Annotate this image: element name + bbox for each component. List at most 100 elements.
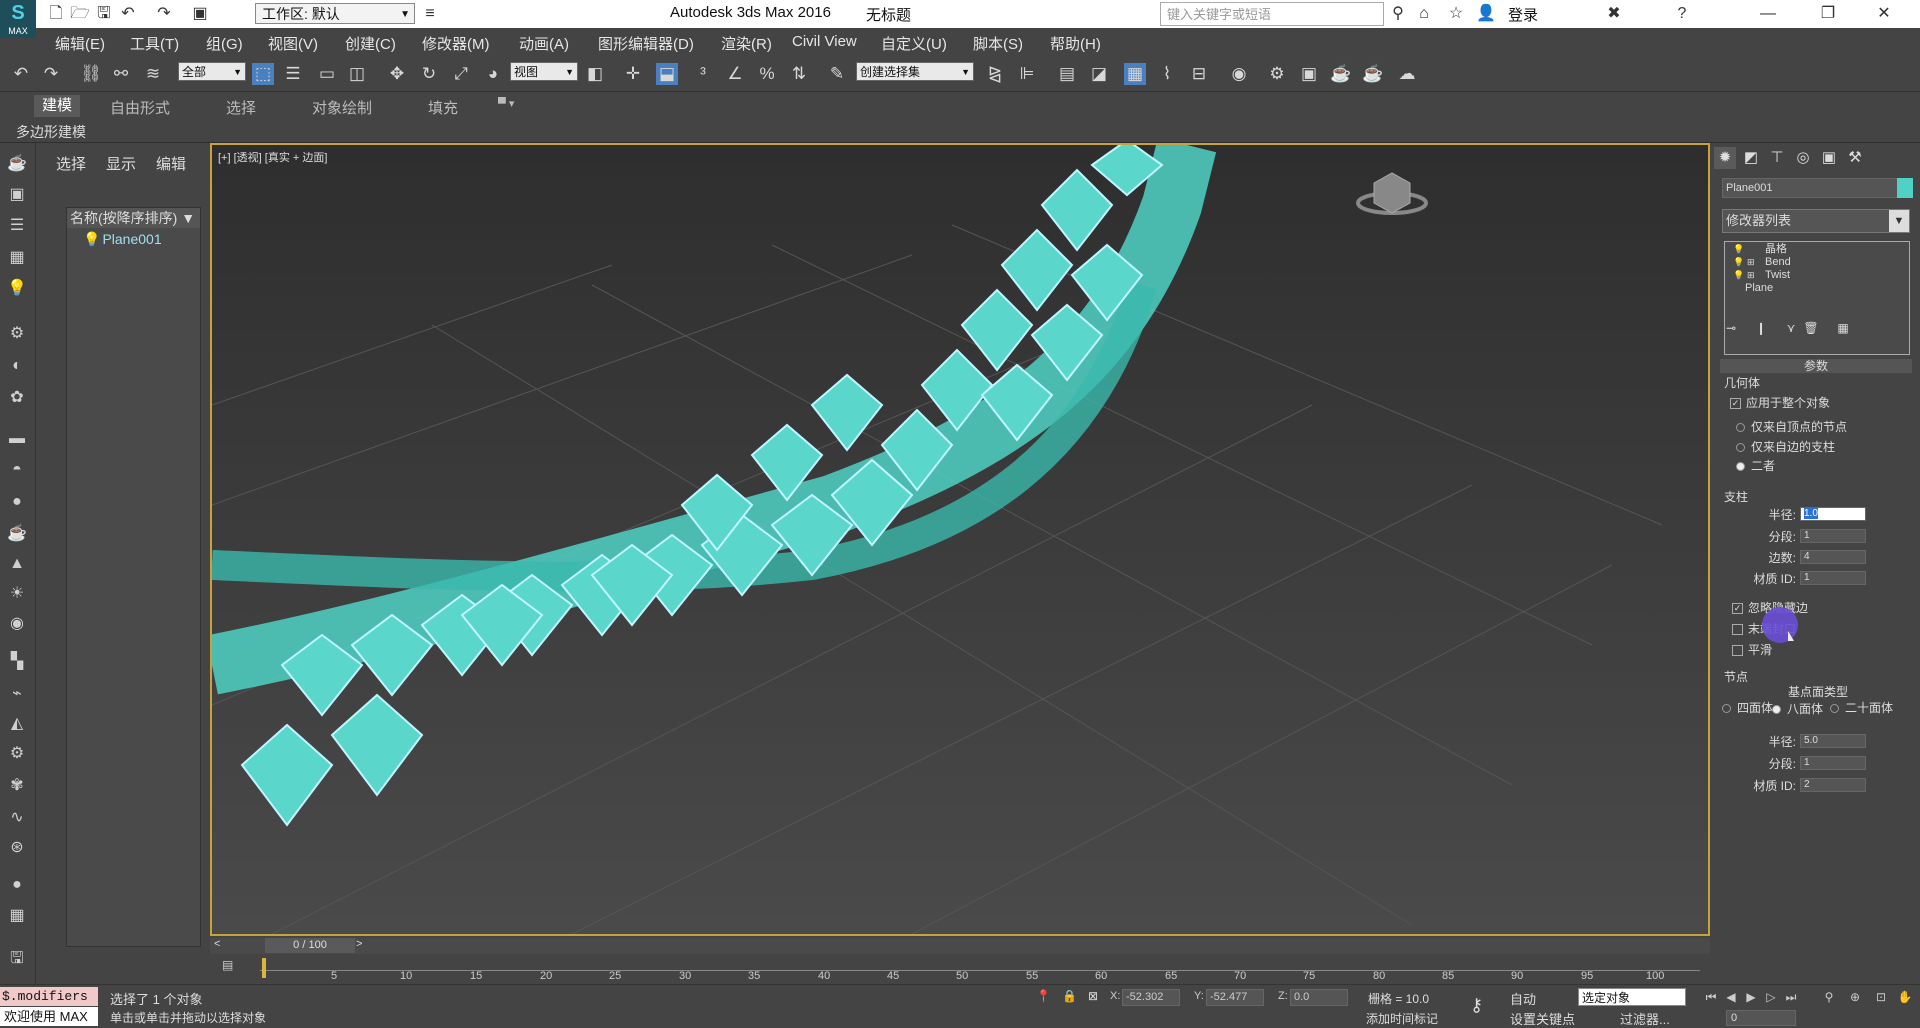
rollout-title[interactable]: 参数 (1720, 359, 1912, 373)
key-filters-button[interactable]: 过滤器... (1620, 1009, 1670, 1028)
list-icon[interactable]: ☰ (6, 215, 28, 237)
zoom-all-icon[interactable]: ⊕ (1846, 988, 1864, 1006)
tab-populate[interactable]: 填充 (428, 97, 458, 118)
polygon-modeling-label[interactable]: 多边形建模 (16, 122, 86, 142)
layer-manager-icon[interactable]: ▤ (1056, 63, 1078, 85)
display-tab-icon[interactable]: ▣ (1818, 147, 1840, 169)
current-frame-field[interactable]: 0 (1726, 1010, 1796, 1026)
render-setup-icon[interactable]: ⚙ (1266, 63, 1288, 85)
select-object-icon[interactable]: ⬚ (252, 63, 274, 85)
zoom-icon[interactable]: ⚲ (1820, 988, 1838, 1006)
explorer-tab-edit[interactable]: 编辑 (156, 153, 186, 174)
menu-help[interactable]: 帮助(H) (1050, 33, 1101, 54)
open-file-icon[interactable]: 🗁 (70, 4, 90, 24)
place-icon[interactable]: ◕ (482, 63, 504, 85)
isolate-icon[interactable]: 📍 (1036, 989, 1051, 1003)
pivot-center-icon[interactable]: ◧ (584, 63, 606, 85)
stack-item-twist[interactable]: 💡 ⊞ Twist (1725, 268, 1909, 282)
remove-modifier-icon[interactable]: 🗑 (1802, 319, 1820, 337)
material-editor-icon[interactable]: ◉ (1228, 63, 1250, 85)
both-radio[interactable]: 二者 (1736, 457, 1775, 474)
new-file-icon[interactable]: 🗋 (46, 4, 66, 24)
login-link[interactable]: 登录 (1508, 4, 1538, 25)
x-coordinate-field[interactable]: -52.302 (1122, 989, 1180, 1006)
time-next-icon[interactable]: > (356, 938, 362, 950)
configure-sets-icon[interactable]: ▦ (1834, 319, 1852, 337)
joint-segments-spinner[interactable]: 1 (1800, 756, 1866, 770)
create-tab-icon[interactable]: ✹ (1714, 147, 1736, 169)
schematic-view-icon[interactable]: ⊟ (1188, 63, 1210, 85)
play-icon[interactable]: ▶ (1742, 988, 1760, 1006)
teapot-icon[interactable]: ☕ (6, 153, 28, 175)
object-name-field[interactable]: Plane001 (1722, 178, 1906, 198)
minimize-icon[interactable]: — (1748, 2, 1788, 26)
tool-icon-3[interactable]: ✿ (6, 387, 28, 409)
strut-sides-spinner[interactable]: 4 (1800, 550, 1866, 564)
checkbox-checked-icon[interactable]: ✓ (1730, 398, 1741, 410)
key-icon[interactable]: ⚷ (1470, 995, 1483, 1016)
plant-icon[interactable]: ✾ (6, 775, 28, 797)
menu-modifiers[interactable]: 修改器(M) (422, 33, 490, 54)
gear-icon[interactable]: ⚙ (6, 743, 28, 765)
apply-to-entire-object-checkbox[interactable]: ✓ 应用于整个对象 (1730, 394, 1830, 411)
search-input[interactable]: 键入关键字或短语 (1160, 2, 1384, 26)
unlink-icon[interactable]: ⚯ (110, 63, 132, 85)
selection-filter-select[interactable]: 全部 ▼ (178, 62, 246, 81)
rendered-frame-icon[interactable]: ▣ (1298, 63, 1320, 85)
rect-selection-region-icon[interactable]: ▭ (316, 63, 338, 85)
app-logo[interactable]: S MAX (0, 0, 36, 38)
dome-icon[interactable]: ◓ (6, 459, 28, 481)
menu-edit[interactable]: 编辑(E) (55, 33, 105, 54)
light-icon[interactable]: 💡 (6, 278, 28, 300)
binoculars-icon[interactable]: ⚲ (1388, 4, 1408, 24)
magnet-icon[interactable]: ⌁ (6, 683, 28, 705)
menu-tools[interactable]: 工具(T) (130, 33, 179, 54)
data-grid-icon[interactable]: ▦ (6, 905, 28, 927)
menu-customize[interactable]: 自定义(U) (881, 33, 947, 54)
light-bulb-icon[interactable]: 💡 (1733, 242, 1744, 256)
ribbon-options-icon[interactable]: ▀ ▾ (498, 97, 514, 110)
subscription-icon[interactable]: ⌂ (1414, 4, 1434, 24)
save-scene-icon[interactable]: 🖫 (6, 948, 28, 970)
tab-modeling[interactable]: 建模 (34, 95, 81, 117)
explorer-tab-select[interactable]: 选择 (56, 153, 86, 174)
sun-icon[interactable]: ☀ (6, 583, 28, 605)
smooth-checkbox[interactable]: 平滑 (1732, 641, 1772, 658)
hair-icon[interactable]: ∿ (6, 807, 28, 829)
render-iterative-icon[interactable]: ☕ (1362, 63, 1384, 85)
time-slider-thumb[interactable]: 0 / 100 (265, 938, 355, 953)
octa-radio[interactable]: 八面体 (1772, 700, 1823, 717)
redo-icon[interactable]: ↷ (40, 63, 62, 85)
scale-icon[interactable]: ⤢ (450, 63, 472, 85)
zoom-extents-icon[interactable]: ⊡ (1872, 988, 1890, 1006)
object-color-swatch[interactable] (1897, 178, 1913, 198)
key-mode-select[interactable]: 选定对象 (1578, 988, 1686, 1006)
tool-icon-2[interactable]: ◐ (6, 355, 28, 377)
utilities-tab-icon[interactable]: ⚒ (1844, 147, 1866, 169)
next-frame-icon[interactable]: ▷ (1762, 988, 1780, 1006)
list-item[interactable]: 💡 Plane001 (83, 231, 198, 249)
menu-group[interactable]: 组(G) (206, 33, 243, 54)
maxscript-listener-input[interactable]: $.modifiers (0, 987, 98, 1006)
joint-matid-spinner[interactable]: 2 (1800, 778, 1866, 792)
perspective-viewport[interactable]: [+] [透视] [真实 + 边面] (210, 143, 1710, 936)
time-prev-icon[interactable]: < (214, 938, 220, 950)
menu-create[interactable]: 创建(C) (345, 33, 396, 54)
menu-animation[interactable]: 动画(A) (519, 33, 569, 54)
rotate-icon[interactable]: ↻ (418, 63, 440, 85)
disc-icon[interactable]: ◉ (6, 613, 28, 635)
pin-stack-icon[interactable]: ⊸ (1722, 319, 1740, 337)
y-coordinate-field[interactable]: -52.477 (1206, 989, 1264, 1006)
viewport-label[interactable]: [+] [透视] [真实 + 边面] (218, 149, 327, 165)
current-frame-marker[interactable] (262, 958, 266, 978)
undo-icon[interactable]: ↶ (10, 63, 32, 85)
bind-space-warp-icon[interactable]: ≋ (142, 63, 164, 85)
move-icon[interactable]: ✥ (386, 63, 408, 85)
joints-only-radio[interactable]: 仅来自顶点的节点 (1736, 418, 1847, 435)
track-bar[interactable]: ▤ 5 10 15 20 25 30 35 40 45 50 55 60 65 … (210, 956, 1710, 982)
window-crossing-icon[interactable]: ◫ (346, 63, 368, 85)
explorer-sort-header[interactable]: 名称(按降序排序) ▼ (67, 208, 200, 228)
menu-graph-editors[interactable]: 图形编辑器(D) (598, 33, 694, 54)
curve-editor-icon[interactable]: ⌇ (1156, 63, 1178, 85)
tab-object-paint[interactable]: 对象绘制 (312, 97, 372, 118)
